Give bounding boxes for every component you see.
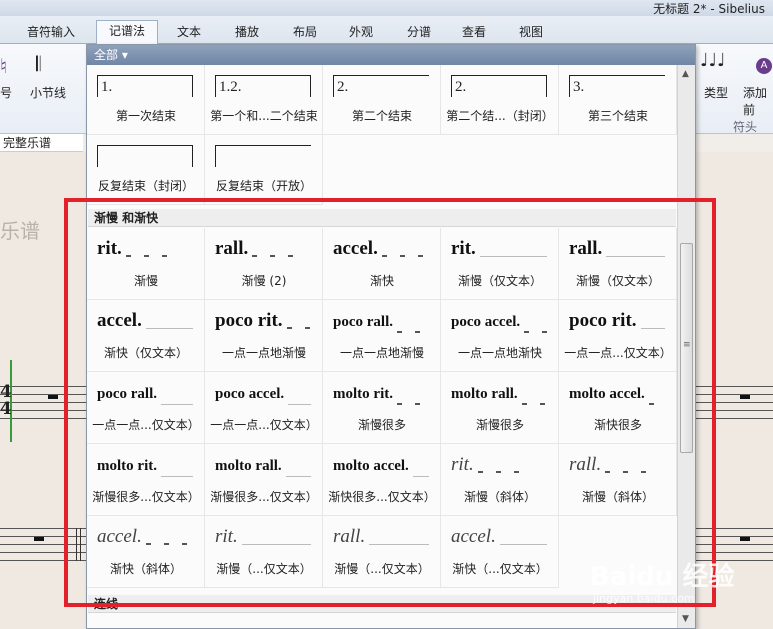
- ending-bracket: 3.: [569, 75, 665, 97]
- gallery-item-ending[interactable]: 反复结束（封闭）: [87, 135, 205, 205]
- gallery-item-caption: 第一次结束: [115, 109, 176, 123]
- tab-appearance[interactable]: 外观: [342, 22, 380, 44]
- tab-view[interactable]: 视图: [512, 22, 550, 44]
- ending-bracket: 2.: [451, 75, 547, 97]
- gallery-item-ending[interactable]: 2. 第二个结...（封闭）: [441, 65, 559, 135]
- tab-parts[interactable]: 分谱: [400, 22, 438, 44]
- ending-bracket: [97, 145, 193, 167]
- gallery-item-caption: 反复结束（封闭）: [97, 179, 194, 193]
- gallery-item-ending[interactable]: 2. 第二个结束: [323, 65, 441, 135]
- window-title: 无标题 2* - Sibelius: [653, 2, 765, 16]
- tab-play[interactable]: 播放: [228, 22, 266, 44]
- gallery-item-caption: 反复结束（开放）: [215, 179, 312, 193]
- gallery-filter[interactable]: 全部 ▾: [87, 45, 695, 65]
- score-view-selector[interactable]: 完整乐谱: [0, 134, 83, 152]
- ending-bracket: 2.: [333, 75, 429, 97]
- barline-icon[interactable]: 𝄃: [36, 52, 40, 76]
- tab-note-input[interactable]: 音符输入: [22, 22, 80, 44]
- watermark-logo: Baidu 经验: [590, 562, 735, 592]
- gallery-item-caption: 第二个结束: [351, 109, 412, 123]
- whole-rest-icon[interactable]: [48, 395, 58, 399]
- ribbon-tabs: 音符输入 记谱法 文本 播放 布局 外观 分谱 查看 视图: [0, 16, 773, 45]
- tab-text[interactable]: 文本: [170, 22, 208, 44]
- highlight-box: [64, 198, 716, 607]
- gallery-item-ending[interactable]: 1.2. 第一个和...二个结束: [205, 65, 323, 135]
- time-signature-icon[interactable]: 44: [0, 384, 12, 418]
- scroll-down-icon[interactable]: ▼: [682, 614, 689, 624]
- add-notehead-label[interactable]: 添加前: [743, 84, 773, 118]
- whole-rest-icon[interactable]: [740, 537, 750, 541]
- key-signature-icon[interactable]: ♮: [0, 54, 7, 78]
- notehead-type-label[interactable]: 类型: [704, 84, 728, 101]
- tab-layout[interactable]: 布局: [286, 22, 324, 44]
- barline-label[interactable]: 小节线: [30, 84, 66, 101]
- gallery-item-ending[interactable]: 反复结束（开放）: [205, 135, 323, 205]
- score-title-faint: 乐谱: [0, 219, 40, 243]
- ending-bracket: 1.2.: [215, 75, 311, 97]
- gallery-item-caption: 第二个结...（封闭）: [446, 109, 554, 123]
- ending-bracket: 1.: [97, 75, 193, 97]
- whole-rest-icon[interactable]: [34, 537, 44, 541]
- gallery-item-caption: 第三个结束: [587, 109, 648, 123]
- tab-notations[interactable]: 记谱法: [96, 20, 158, 45]
- notehead-type-icon[interactable]: ♩♩♩: [700, 50, 725, 71]
- notehead-group-label: 符头: [733, 120, 758, 134]
- watermark-url: jingyan.baidu.com: [593, 592, 695, 605]
- title-bar: 无标题 2* - Sibelius: [0, 0, 773, 16]
- add-notehead-icon[interactable]: A: [756, 58, 772, 74]
- key-signature-label: 号: [0, 86, 13, 100]
- whole-rest-icon[interactable]: [740, 395, 750, 399]
- gallery-item-ending[interactable]: 1. 第一次结束: [87, 65, 205, 135]
- ending-bracket: [215, 145, 311, 167]
- tab-review[interactable]: 查看: [455, 22, 493, 44]
- scroll-up-icon[interactable]: ▲: [682, 69, 689, 79]
- gallery-item-ending[interactable]: 3. 第三个结束: [559, 65, 677, 135]
- gallery-item-caption: 第一个和...二个结束: [210, 109, 318, 123]
